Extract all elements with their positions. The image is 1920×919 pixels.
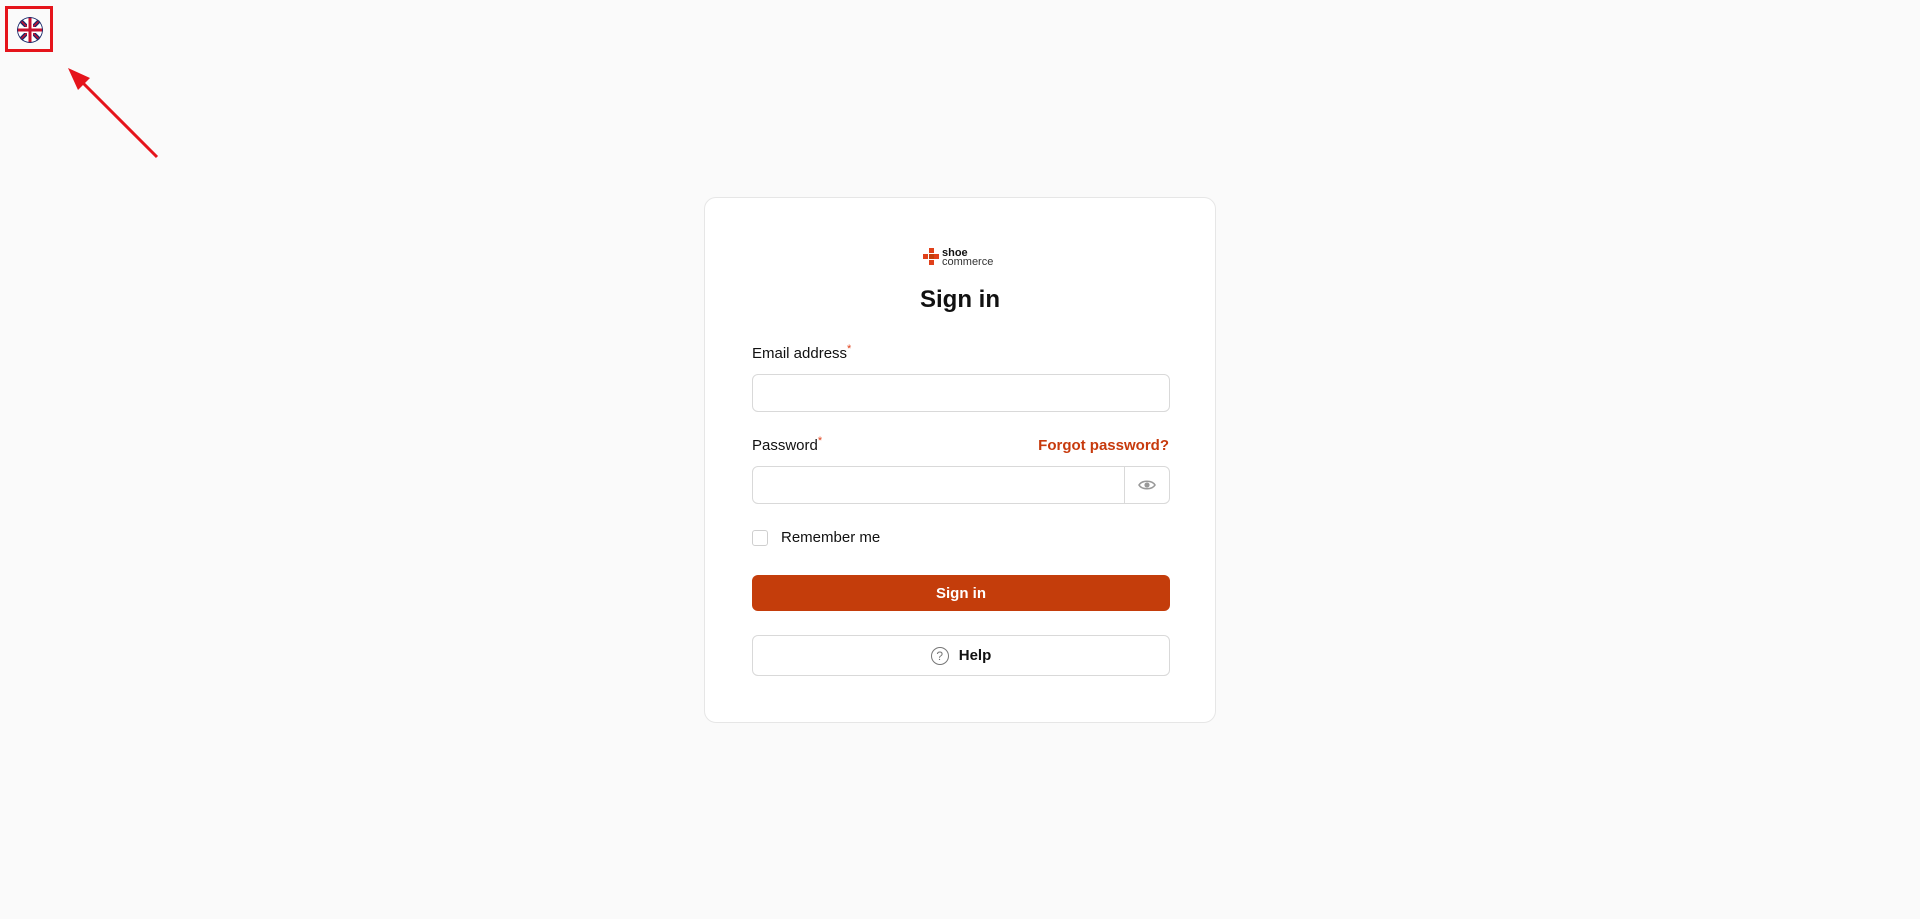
remember-me-label[interactable]: Remember me — [781, 529, 880, 546]
email-label: Email address* — [752, 343, 852, 362]
password-label: Password* — [752, 435, 823, 454]
signin-card: shoe commerce Sign in Email address* Pas… — [704, 197, 1216, 723]
brand-logo: shoe commerce — [923, 248, 993, 268]
help-button-label: Help — [958, 647, 992, 664]
required-mark: * — [847, 343, 852, 355]
toggle-password-visibility-button[interactable] — [1124, 466, 1170, 504]
forgot-password-link[interactable]: Forgot password? — [1038, 437, 1169, 454]
email-label-text: Email address — [752, 345, 848, 362]
signin-button[interactable]: Sign in — [752, 575, 1170, 611]
logo-line2: commerce — [942, 256, 994, 268]
annotation-highlight-box — [5, 6, 53, 52]
email-field[interactable] — [752, 374, 1170, 412]
login-page: shoe commerce Sign in Email address* Pas… — [0, 0, 1920, 919]
help-button[interactable]: ? Help — [752, 635, 1170, 676]
password-field[interactable] — [752, 466, 1125, 504]
eye-icon — [1138, 480, 1156, 490]
remember-me-checkbox[interactable] — [752, 530, 768, 546]
page-title: Sign in — [920, 286, 1000, 313]
password-label-text: Password — [752, 437, 818, 454]
required-mark: * — [817, 435, 823, 447]
logo-mark-icon — [923, 248, 939, 265]
help-circle-icon: ? — [930, 646, 949, 665]
